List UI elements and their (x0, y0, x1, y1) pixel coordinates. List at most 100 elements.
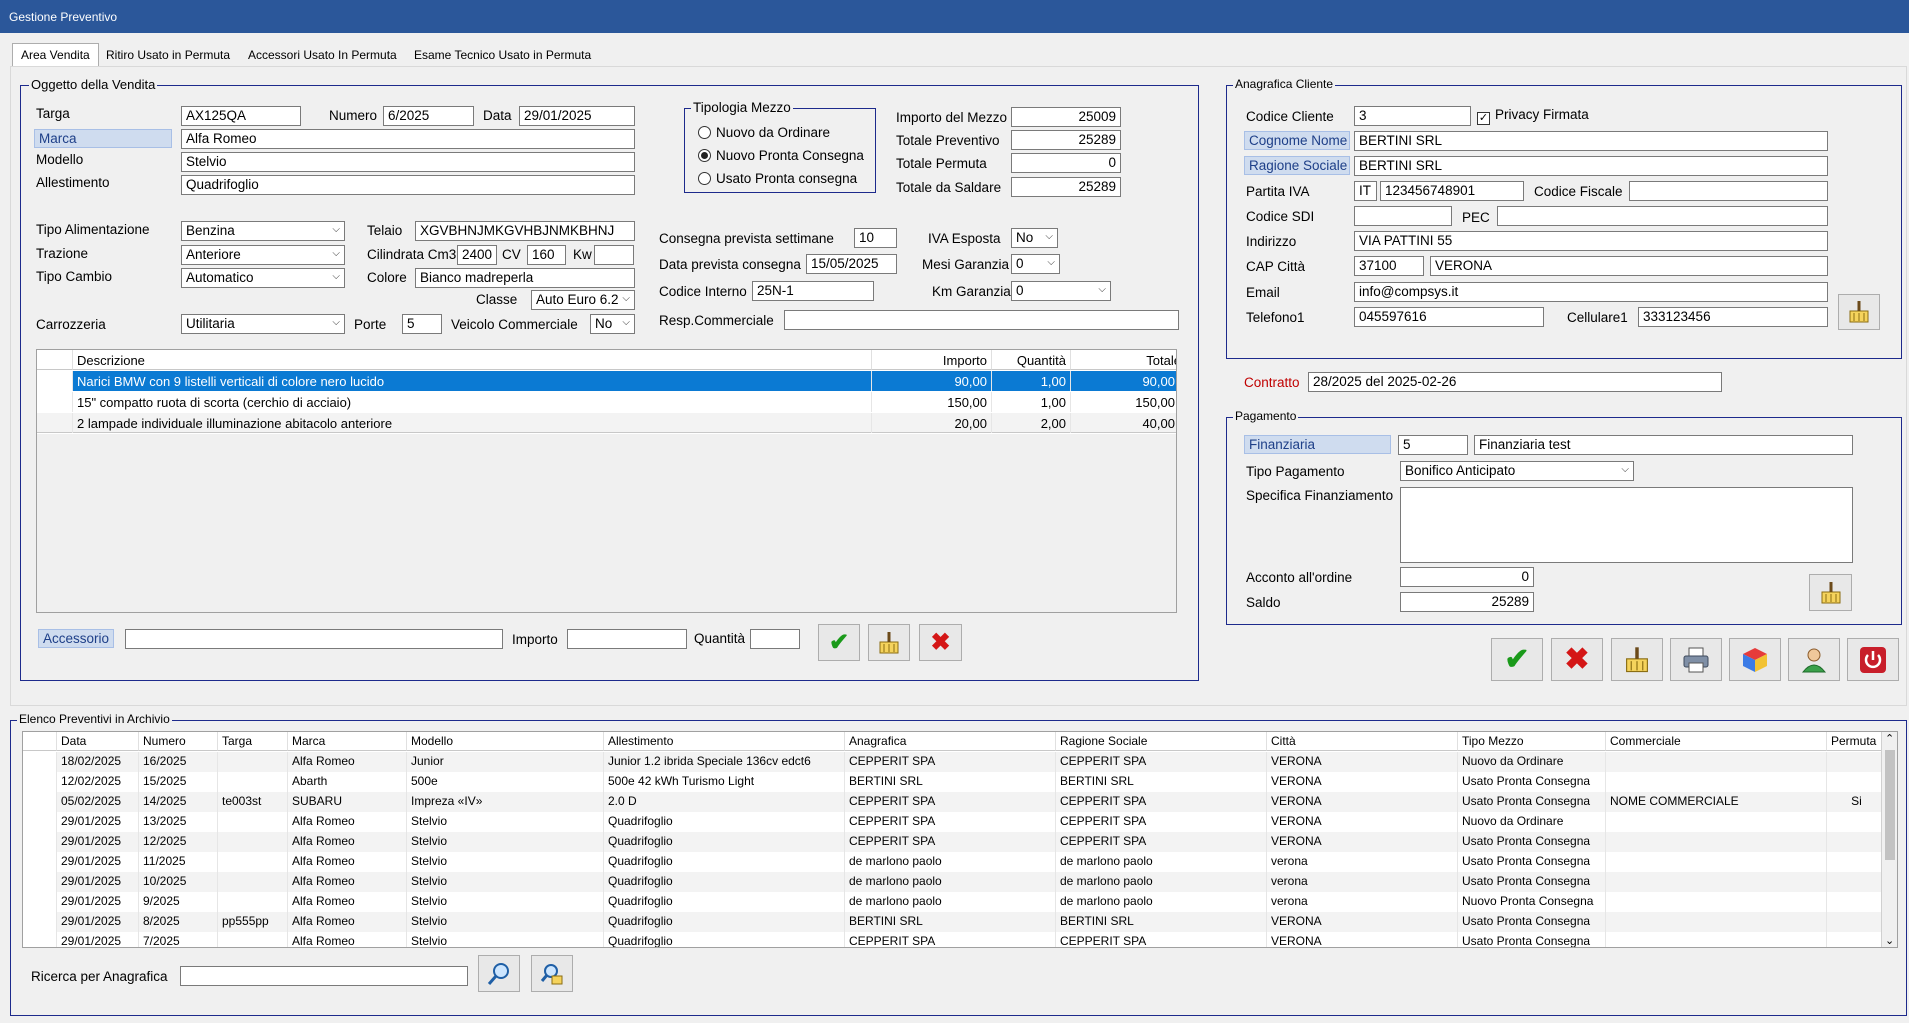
user-button[interactable] (1788, 638, 1840, 681)
cognome-nome-input[interactable]: BERTINI SRL (1354, 131, 1828, 151)
tab-accessori-usato[interactable]: Accessori Usato In Permuta (240, 44, 405, 66)
col-data[interactable]: Data (57, 732, 139, 751)
tab-area-vendita[interactable]: Area Vendita (12, 43, 99, 67)
col-ragione-sociale[interactable]: Ragione Sociale (1056, 732, 1267, 751)
col-commerciale[interactable]: Commerciale (1606, 732, 1827, 751)
table-row[interactable]: 12/02/2025 15/2025 Abarth 500e 500e 42 kWh T… (23, 772, 1887, 792)
table-row[interactable]: 29/01/2025 10/2025 Alfa Romeo Stelvio Quadri… (23, 872, 1887, 892)
cellulare-input[interactable]: 333123456 (1638, 307, 1828, 327)
codice-interno-input[interactable]: 25N-1 (752, 281, 874, 301)
table-row[interactable]: 15" compatto ruota di scorta (cerchio di… (37, 392, 1176, 412)
finanziaria-name-input[interactable]: Finanziaria test (1474, 435, 1853, 455)
col-tipo-mezzo[interactable]: Tipo Mezzo (1458, 732, 1606, 751)
iva-esposta-select[interactable]: No ⌵ (1011, 228, 1058, 248)
email-input[interactable]: info@compsys.it (1354, 282, 1828, 302)
col-numero[interactable]: Numero (139, 732, 218, 751)
importo-mezzo-input[interactable]: 25009 (1011, 107, 1121, 127)
export-button[interactable] (1729, 638, 1781, 681)
clear-all-button[interactable] (1611, 638, 1663, 681)
pec-input[interactable] (1497, 206, 1828, 226)
tab-ritiro-usato[interactable]: Ritiro Usato in Permuta (98, 44, 238, 66)
tipo-alim-select[interactable]: Benzina ⌵ (181, 221, 345, 241)
col-permuta[interactable]: Permuta (1827, 732, 1887, 751)
table-row[interactable]: 29/01/2025 11/2025 Alfa Romeo Stelvio Quadri… (23, 852, 1887, 872)
col-descrizione[interactable]: Descrizione (73, 350, 872, 370)
col-marca[interactable]: Marca (288, 732, 407, 751)
codice-cliente-input[interactable]: 3 (1354, 106, 1471, 126)
cancel-button[interactable]: ✖ (1551, 638, 1603, 681)
archivio-grid[interactable]: Data Numero Targa Marca Modello Allestimento A… (22, 731, 1898, 948)
save-button[interactable]: ✔ (1491, 638, 1543, 681)
totale-saldare-input[interactable]: 25289 (1011, 177, 1121, 197)
table-row[interactable]: 29/01/2025 12/2025 Alfa Romeo Stelvio Quadri… (23, 832, 1887, 852)
finanziaria-code-input[interactable]: 5 (1398, 435, 1468, 455)
modello-input[interactable]: Stelvio (181, 152, 635, 172)
col-citta[interactable]: Città (1267, 732, 1458, 751)
citta-input[interactable]: VERONA (1430, 256, 1828, 276)
scroll-down-icon[interactable]: ⌄ (1885, 934, 1894, 947)
colore-input[interactable]: Bianco madreperla (415, 268, 635, 288)
marca-label[interactable]: Marca (34, 129, 172, 148)
exit-button[interactable] (1847, 638, 1899, 681)
table-row[interactable]: 29/01/2025 9/2025 Alfa Romeo Stelvio Quadrif… (23, 892, 1887, 912)
classe-select[interactable]: Auto Euro 6.2 ⌵ (531, 290, 635, 310)
km-garanzia-select[interactable]: 0 ⌵ (1011, 281, 1111, 301)
tipo-pagamento-select[interactable]: Bonifico Anticipato ⌵ (1400, 461, 1634, 481)
clear-cliente-button[interactable] (1838, 294, 1880, 330)
saldo-input[interactable]: 25289 (1400, 592, 1534, 612)
accessorio-label[interactable]: Accessorio (38, 629, 115, 648)
radio-nuovo-ordinare[interactable]: Nuovo da Ordinare (698, 125, 830, 140)
codice-sdi-input[interactable] (1354, 206, 1452, 226)
commerciale-select[interactable]: No ⌵ (590, 314, 635, 334)
numero-input[interactable]: 6/2025 (383, 106, 474, 126)
clear-accessorio-button[interactable] (868, 624, 910, 661)
privacy-checkbox[interactable]: ✓ Privacy Firmata (1477, 107, 1589, 125)
partita-iva-input[interactable]: 123456748901 (1380, 181, 1524, 201)
col-anagrafica[interactable]: Anagrafica (845, 732, 1056, 751)
piva-prefix-input[interactable]: IT (1354, 181, 1377, 201)
carrozzeria-select[interactable]: Utilitaria ⌵ (181, 314, 345, 334)
col-allestimento[interactable]: Allestimento (604, 732, 845, 751)
accessorio-input[interactable] (125, 629, 503, 649)
radio-nuovo-pronta[interactable]: Nuovo Pronta Consegna (698, 148, 864, 163)
data-consegna-input[interactable]: 15/05/2025 (806, 254, 897, 274)
cilindrata-input[interactable]: 2400 (457, 245, 497, 265)
mesi-garanzia-select[interactable]: 0 ⌵ (1011, 254, 1060, 274)
consegna-settimane-input[interactable]: 10 (854, 228, 897, 248)
delete-accessorio-button[interactable]: ✖ (919, 624, 962, 661)
targa-input[interactable]: AX125QA (181, 106, 301, 126)
telefono-input[interactable]: 045597616 (1354, 307, 1544, 327)
table-row[interactable]: 29/01/2025 7/2025 Alfa Romeo Stelvio Quadrif… (23, 932, 1887, 947)
scroll-thumb[interactable] (1885, 750, 1895, 860)
ricerca-input[interactable] (180, 966, 468, 986)
col-totale[interactable]: Totale (1071, 350, 1176, 370)
ragione-sociale-label[interactable]: Ragione Sociale (1244, 156, 1350, 175)
cognome-nome-label[interactable]: Cognome Nome (1244, 131, 1350, 150)
totale-preventivo-input[interactable]: 25289 (1011, 130, 1121, 150)
print-button[interactable] (1670, 638, 1722, 681)
quantita-input[interactable] (750, 629, 800, 649)
table-row[interactable]: 29/01/2025 8/2025 pp555pp Alfa Romeo Stelvio… (23, 912, 1887, 932)
contratto-input[interactable]: 28/2025 del 2025-02-26 (1308, 372, 1722, 392)
totale-permuta-input[interactable]: 0 (1011, 153, 1121, 173)
cambio-select[interactable]: Automatico ⌵ (181, 268, 345, 288)
table-row[interactable]: 18/02/2025 16/2025 Alfa Romeo Junior Junior … (23, 752, 1887, 772)
codice-fiscale-input[interactable] (1629, 181, 1828, 201)
confirm-accessorio-button[interactable]: ✔ (818, 624, 860, 661)
col-modello[interactable]: Modello (407, 732, 604, 751)
tab-esame-tecnico[interactable]: Esame Tecnico Usato in Permuta (406, 44, 599, 66)
marca-input[interactable]: Alfa Romeo (181, 129, 635, 149)
finanziaria-label[interactable]: Finanziaria (1244, 435, 1391, 454)
accessori-grid[interactable]: Descrizione Importo Quantità Totale Nari… (36, 349, 1177, 613)
trazione-select[interactable]: Anteriore ⌵ (181, 245, 345, 265)
clear-search-button[interactable] (531, 955, 573, 992)
allestimento-input[interactable]: Quadrifoglio (181, 175, 635, 195)
col-importo[interactable]: Importo (872, 350, 992, 370)
acconto-input[interactable]: 0 (1400, 567, 1534, 587)
table-row[interactable]: 29/01/2025 13/2025 Alfa Romeo Stelvio Quadri… (23, 812, 1887, 832)
table-row[interactable]: Narici BMW con 9 listelli verticali di c… (37, 371, 1176, 391)
cap-input[interactable]: 37100 (1354, 256, 1424, 276)
vertical-scrollbar[interactable]: ⌃ ⌄ (1881, 732, 1897, 947)
importo-input[interactable] (567, 629, 687, 649)
col-quantita[interactable]: Quantità (992, 350, 1071, 370)
